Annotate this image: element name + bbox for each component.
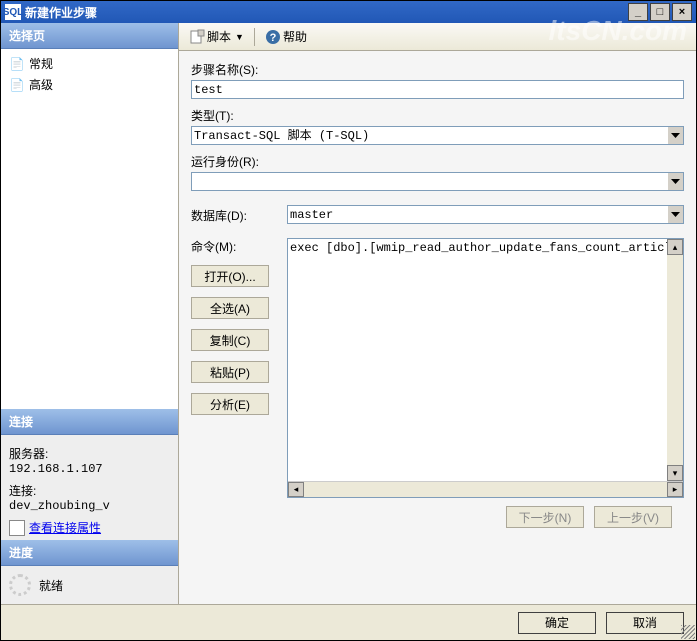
link-label: 查看连接属性 bbox=[29, 519, 101, 536]
command-textarea[interactable] bbox=[288, 239, 667, 481]
connection-header: 连接 bbox=[1, 409, 178, 435]
vertical-scrollbar[interactable]: ▴ ▾ bbox=[667, 239, 683, 481]
database-select[interactable]: master bbox=[287, 205, 684, 224]
step-name-label: 步骤名称(S): bbox=[191, 61, 684, 78]
close-button[interactable]: × bbox=[672, 3, 692, 21]
connection-label: 连接: bbox=[9, 482, 170, 499]
progress-header: 进度 bbox=[1, 540, 178, 566]
ok-button[interactable]: 确定 bbox=[518, 612, 596, 634]
step-name-input[interactable] bbox=[191, 80, 684, 99]
window: SQL 新建作业步骤 _ □ × itsCN.com 选择页 📄 常规 📄 高级 bbox=[0, 0, 697, 641]
tree-item-advanced[interactable]: 📄 高级 bbox=[5, 74, 174, 95]
cancel-button[interactable]: 取消 bbox=[606, 612, 684, 634]
open-button[interactable]: 打开(O)... bbox=[191, 265, 269, 287]
left-panel: 选择页 📄 常规 📄 高级 连接 服务器: 192.168.1.107 bbox=[1, 23, 179, 604]
tree-item-general[interactable]: 📄 常规 bbox=[5, 53, 174, 74]
toolbar-label: 脚本 bbox=[207, 28, 231, 45]
type-label: 类型(T): bbox=[191, 107, 684, 124]
tree-label: 高级 bbox=[29, 76, 53, 93]
database-label: 数据库(D): bbox=[191, 205, 277, 224]
svg-text:?: ? bbox=[270, 32, 277, 44]
prev-step-button[interactable]: 上一步(V) bbox=[594, 506, 672, 528]
dialog-footer: 确定 取消 bbox=[1, 604, 696, 640]
server-value: 192.168.1.107 bbox=[9, 462, 170, 476]
toolbar-label: 帮助 bbox=[283, 28, 307, 45]
command-editor: ▴ ▾ ◂ ▸ bbox=[287, 238, 684, 498]
script-icon bbox=[189, 29, 205, 45]
dialog-body: 选择页 📄 常规 📄 高级 连接 服务器: 192.168.1.107 bbox=[1, 23, 696, 604]
scroll-up-icon[interactable]: ▴ bbox=[667, 239, 683, 255]
progress-section: 就绪 bbox=[1, 566, 178, 604]
properties-icon bbox=[9, 520, 25, 536]
help-icon: ? bbox=[265, 29, 281, 45]
horizontal-scrollbar[interactable]: ◂ ▸ bbox=[288, 481, 683, 497]
select-page-header: 选择页 bbox=[1, 23, 178, 49]
scroll-left-icon[interactable]: ◂ bbox=[288, 482, 304, 497]
next-step-button[interactable]: 下一步(N) bbox=[506, 506, 584, 528]
type-select[interactable]: Transact-SQL 脚本 (T-SQL) bbox=[191, 126, 684, 145]
maximize-button[interactable]: □ bbox=[650, 3, 670, 21]
tree-blank bbox=[1, 99, 178, 409]
toolbar: 脚本 ▼ ? 帮助 bbox=[179, 23, 696, 51]
tree-label: 常规 bbox=[29, 55, 53, 72]
run-as-label: 运行身份(R): bbox=[191, 153, 684, 170]
scroll-right-icon[interactable]: ▸ bbox=[667, 482, 683, 497]
form-area: 步骤名称(S): 类型(T): Transact-SQL 脚本 (T-SQL) … bbox=[179, 51, 696, 604]
scroll-down-icon[interactable]: ▾ bbox=[667, 465, 683, 481]
minimize-button[interactable]: _ bbox=[628, 3, 648, 21]
page-tree: 📄 常规 📄 高级 bbox=[1, 49, 178, 99]
command-label: 命令(M): bbox=[191, 238, 277, 255]
server-label: 服务器: bbox=[9, 445, 170, 462]
page-icon: 📄 bbox=[9, 56, 25, 72]
paste-button[interactable]: 粘贴(P) bbox=[191, 361, 269, 383]
help-button[interactable]: ? 帮助 bbox=[261, 26, 311, 47]
page-icon: 📄 bbox=[9, 77, 25, 93]
toolbar-separator bbox=[254, 28, 255, 46]
view-connection-properties-link[interactable]: 查看连接属性 bbox=[9, 519, 170, 536]
app-icon: SQL bbox=[5, 4, 21, 20]
run-as-select[interactable] bbox=[191, 172, 684, 191]
parse-button[interactable]: 分析(E) bbox=[191, 393, 269, 415]
progress-status: 就绪 bbox=[39, 577, 63, 594]
titlebar[interactable]: SQL 新建作业步骤 _ □ × bbox=[1, 1, 696, 23]
script-button[interactable]: 脚本 ▼ bbox=[185, 26, 248, 47]
connection-section: 服务器: 192.168.1.107 连接: dev_zhoubing_v 查看… bbox=[1, 435, 178, 540]
progress-spinner-icon bbox=[9, 574, 31, 596]
connection-value: dev_zhoubing_v bbox=[9, 499, 170, 513]
resize-grip[interactable] bbox=[681, 625, 695, 639]
chevron-down-icon: ▼ bbox=[235, 32, 244, 42]
select-all-button[interactable]: 全选(A) bbox=[191, 297, 269, 319]
right-panel: 脚本 ▼ ? 帮助 步骤名称(S): 类型(T): bbox=[179, 23, 696, 604]
window-title: 新建作业步骤 bbox=[25, 4, 628, 21]
copy-button[interactable]: 复制(C) bbox=[191, 329, 269, 351]
